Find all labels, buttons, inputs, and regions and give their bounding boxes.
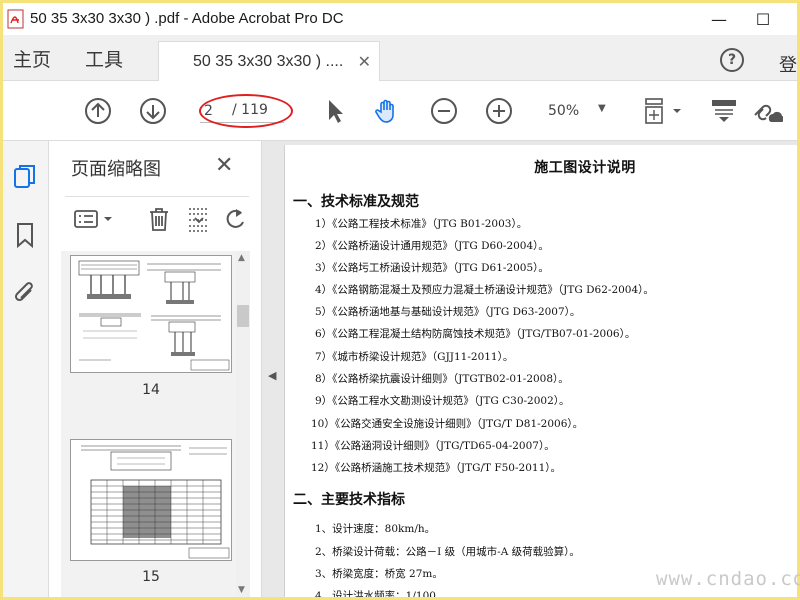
list-item: 3）《公路圬工桥涵设计规范》（JTG D61-2005）。	[315, 262, 549, 274]
title-bar: 50 35 3x30 3x30 ) .pdf - Adobe Acrobat P…	[3, 3, 797, 35]
scroll-thumb[interactable]	[237, 305, 249, 327]
list-item: 4、设计洪水频率：1/100。	[315, 590, 447, 597]
sign-in-link[interactable]: 登	[779, 51, 797, 77]
list-item: 3、桥梁宽度：桥宽 27m。	[315, 568, 443, 580]
acrobat-icon	[7, 9, 24, 29]
table-drawing-thumbnail	[81, 445, 230, 559]
list-item: 8）《公路桥梁抗震设计细则》（JTGTB02-01-2008）。	[315, 373, 569, 385]
section-heading: 一、技术标准及规范	[293, 194, 419, 210]
minimize-button[interactable]: —	[705, 7, 733, 31]
next-page-icon[interactable]	[139, 97, 167, 125]
thumbnail-scrollbar[interactable]: ▲ ▼	[236, 251, 250, 597]
panel-title: 页面缩略图	[71, 159, 161, 180]
zoom-in-icon[interactable]	[485, 97, 513, 125]
list-item: 1、设计速度：80km/h。	[315, 523, 436, 535]
maximize-button[interactable]: ☐	[749, 7, 777, 31]
list-item: 10）《公路交通安全设施设计细则》（JTG/T D81-2006）。	[311, 418, 584, 430]
list-item: 6）《公路工程混凝土结构防腐蚀技术规范》（JTG/TB07-01-2006）。	[315, 328, 636, 340]
document-viewer: ◀ 施工图设计说明 一、技术标准及规范 1）《公路工程技术标准》（JTG B01…	[262, 141, 797, 597]
delete-page-icon[interactable]	[145, 205, 173, 233]
acrobat-window: 50 35 3x30 3x30 ) .pdf - Adobe Acrobat P…	[3, 3, 797, 597]
left-navigation-rail	[3, 141, 49, 597]
tab-bar: 主页 工具 50 35 3x30 3x30 ) .... ✕ ? 登	[3, 35, 797, 82]
zoom-value: 50%	[548, 103, 580, 119]
pdf-page: 施工图设计说明 一、技术标准及规范 1）《公路工程技术标准》（JTG B01-2…	[284, 145, 797, 597]
toolbar: / 119 50% ▼	[3, 81, 797, 141]
read-mode-icon[interactable]	[710, 97, 738, 125]
rotate-page-icon[interactable]	[225, 205, 249, 233]
list-item: 9）《公路工程水文勘测设计规范》（JTG C30-2002）。	[315, 395, 570, 407]
thumbnail-page-number: 15	[142, 569, 160, 585]
list-item: 7）《城市桥梁设计规范》（GJJ11-2011）。	[315, 351, 514, 363]
document-tab-label: 50 35 3x30 3x30 ) ....	[193, 53, 344, 70]
select-cursor-icon[interactable]	[321, 97, 349, 125]
page-thumbnail[interactable]	[70, 439, 232, 561]
watermark: www.cndao.com	[656, 568, 800, 590]
engineering-drawing-thumbnail	[78, 260, 230, 371]
list-item: 4）《公路钢筋混凝土及预应力混凝土桥涵设计规范》（JTG D62-2004）。	[315, 284, 654, 296]
extract-pages-icon[interactable]	[185, 205, 213, 233]
close-panel-icon[interactable]: ✕	[215, 153, 233, 178]
chevron-down-icon: ▼	[598, 103, 606, 114]
hand-tool-icon[interactable]	[373, 97, 401, 125]
bookmarks-icon[interactable]	[11, 221, 39, 249]
page-display-icon[interactable]	[643, 97, 685, 125]
thumbnail-page-number: 14	[142, 382, 160, 398]
list-item: 2、桥梁设计荷载：公路－I 级（用城市-A 级荷载验算）。	[315, 546, 580, 558]
tab-tools[interactable]: 工具	[85, 45, 123, 72]
panel-toolbar	[65, 196, 249, 242]
list-item: 5）《公路桥涵地基与基础设计规范》（JTG D63-2007）。	[315, 306, 581, 318]
list-item: 2）《公路桥涵设计通用规范》（JTG D60-2004）。	[315, 240, 549, 252]
window-title: 50 35 3x30 3x30 ) .pdf - Adobe Acrobat P…	[30, 10, 344, 27]
share-link-icon[interactable]	[749, 97, 783, 125]
tab-document[interactable]: 50 35 3x30 3x30 ) .... ✕	[158, 41, 380, 82]
scroll-down-icon[interactable]: ▼	[238, 585, 245, 595]
thumbnails-panel: 页面缩略图 ✕ 14 15 ▲ ▼	[49, 141, 262, 597]
page-title: 施工图设计说明	[534, 160, 636, 176]
list-item: 1）《公路工程技术标准》（JTG B01-2003）。	[315, 218, 528, 230]
thumbnail-list: 14 15	[61, 251, 248, 597]
section-heading: 二、主要技术指标	[293, 492, 405, 508]
close-tab-icon[interactable]: ✕	[358, 52, 371, 71]
maximize-icon: ☐	[755, 9, 771, 29]
previous-page-icon[interactable]	[84, 97, 112, 125]
zoom-select[interactable]: 50% ▼	[536, 101, 614, 123]
annotation-ellipse	[199, 94, 293, 128]
page-thumbnail[interactable]	[70, 255, 232, 373]
list-item: 12）《公路桥涵施工技术规范》（JTG/T F50-2011）。	[311, 462, 562, 474]
page-thumbnails-icon[interactable]	[11, 163, 39, 191]
list-item: 11）《公路涵洞设计细则》（JTG/TD65-04-2007）。	[311, 440, 555, 452]
collapse-panel-icon[interactable]: ◀	[268, 369, 276, 382]
zoom-out-icon[interactable]	[430, 97, 458, 125]
attachments-icon[interactable]	[11, 279, 39, 307]
options-menu-icon[interactable]	[73, 205, 117, 233]
tab-home[interactable]: 主页	[13, 45, 51, 72]
scroll-up-icon[interactable]: ▲	[238, 253, 245, 263]
minimize-icon: —	[711, 9, 727, 29]
help-icon[interactable]: ?	[720, 48, 744, 72]
